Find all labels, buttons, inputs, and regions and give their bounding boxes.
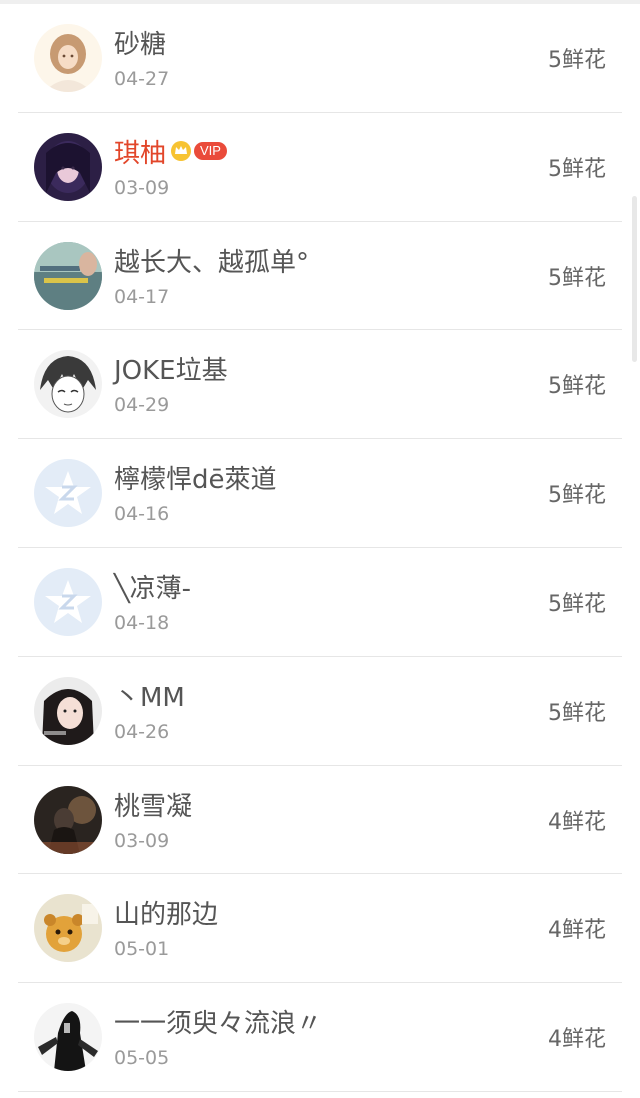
flower-count: 5鲜花 [548,591,606,617]
flower-count: 5鲜花 [548,374,606,400]
flower-giver-list: 砂糖 04-27 5鲜花 琪柚 VIP 03-09 5鲜花 越长大、越孤单° 0… [0,4,640,1092]
flower-count: 5鲜花 [548,48,606,73]
avatar[interactable] [34,24,102,92]
flower-count: 5鲜花 [548,265,606,291]
user-name[interactable]: JOKE垃基 [114,350,228,387]
gift-date: 03-09 [114,176,170,199]
avatar[interactable] [34,132,102,201]
gift-date: 05-05 [114,1047,170,1070]
avatar[interactable] [34,241,102,310]
gift-date: 04-16 [114,503,170,526]
list-item[interactable]: 檸檬悍dē萊道 04-16 5鲜花 [18,439,622,548]
list-item[interactable]: 越长大、越孤单° 04-17 5鲜花 [18,222,622,331]
gift-date: 04-18 [114,611,170,634]
default-avatar-icon [34,459,102,528]
dark-scene-avatar-icon [34,785,102,854]
list-item[interactable]: 丶MM 04-26 5鲜花 [18,657,622,766]
girl-portrait-avatar-icon [34,24,102,92]
user-name[interactable]: 山的那边 [114,894,218,931]
user-name[interactable]: 丶MM [114,677,185,714]
gift-date: 03-09 [114,829,170,852]
cartoon-bear-avatar-icon [34,894,102,963]
flower-count: 4鲜花 [548,1027,606,1053]
vip-badge: VIP [194,142,227,161]
flower-count: 5鲜花 [548,700,606,726]
flower-count: 4鲜花 [548,809,606,835]
list-item[interactable]: JOKE垃基 04-29 5鲜花 [18,330,622,440]
default-avatar-icon [34,567,102,636]
gift-date: 04-17 [114,285,170,308]
girl-dark-hair-avatar-icon [34,676,102,745]
user-name[interactable]: 砂糖 [114,24,166,61]
gift-date: 04-29 [114,394,170,417]
gift-date: 04-27 [114,68,170,90]
scrollbar[interactable] [632,196,637,362]
avatar[interactable] [34,350,102,419]
list-item[interactable]: 砂糖 04-27 5鲜花 [18,4,622,113]
gift-date: 05-01 [114,938,170,961]
list-item[interactable]: ╲凉薄- 04-18 5鲜花 [18,548,622,657]
avatar[interactable] [34,567,102,636]
flower-count: 5鲜花 [548,156,606,182]
user-name[interactable]: 琪柚 [114,133,166,170]
avatar[interactable] [34,894,102,963]
user-name-row: 琪柚 VIP [114,133,227,170]
purple-girl-avatar-icon [34,132,102,201]
list-item[interactable]: 桃雪凝 03-09 4鲜花 [18,766,622,875]
avatar[interactable] [34,785,102,854]
avatar[interactable] [34,1003,102,1072]
list-item[interactable]: 琪柚 VIP 03-09 5鲜花 [18,113,622,222]
avatar[interactable] [34,676,102,745]
user-name[interactable]: 桃雪凝 [114,786,192,823]
list-item[interactable]: 山的那边 05-01 4鲜花 [18,874,622,984]
user-name[interactable]: 越长大、越孤单° [114,242,309,279]
crown-icon [171,141,192,162]
anime-sketch-avatar-icon [34,350,102,419]
list-item[interactable]: 一一须臾々流浪〃 05-05 4鲜花 [18,983,622,1092]
user-name[interactable]: 檸檬悍dē萊道 [114,459,277,496]
user-name[interactable]: ╲凉薄- [114,568,191,605]
bw-figure-avatar-icon [34,1003,102,1072]
text-photo-avatar-icon [34,241,102,310]
flower-count: 4鲜花 [548,918,606,944]
avatar[interactable] [34,459,102,528]
user-name[interactable]: 一一须臾々流浪〃 [114,1003,322,1040]
flower-count: 5鲜花 [548,483,606,509]
gift-date: 04-26 [114,720,170,743]
